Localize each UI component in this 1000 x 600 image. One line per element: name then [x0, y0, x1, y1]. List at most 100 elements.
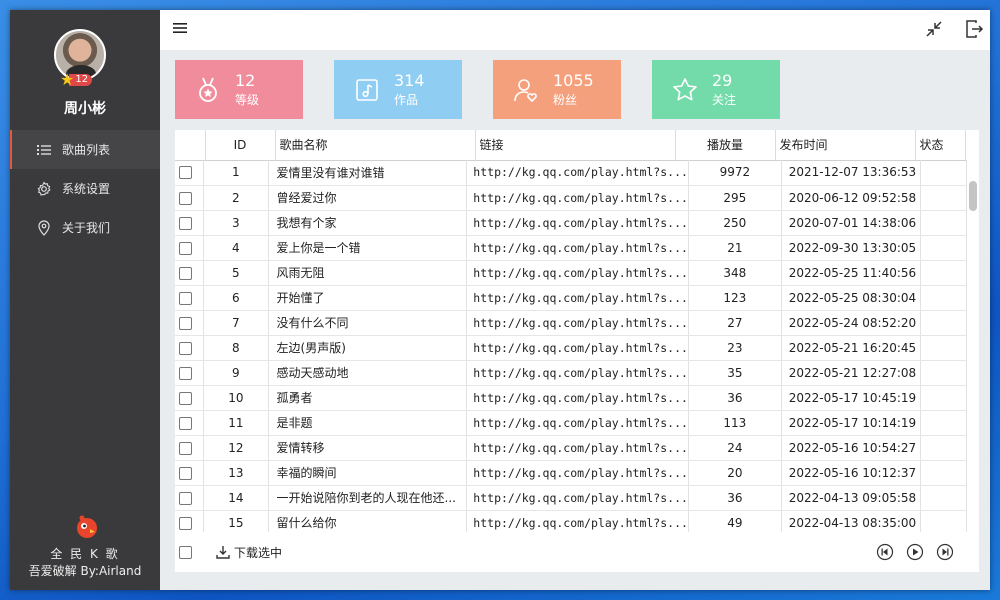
- table-row[interactable]: 8 左边(男声版) http://kg.qq.com/play.html?s... 2…: [175, 335, 967, 361]
- location-pin-icon: [36, 219, 52, 236]
- cell-date: 2022-05-24 08:52:20: [781, 310, 922, 336]
- column-header-date[interactable]: 发布时间: [775, 130, 916, 161]
- table-row[interactable]: 5 风雨无阻 http://kg.qq.com/play.html?s... 348 2…: [175, 260, 967, 286]
- table-row[interactable]: 6 开始懂了 http://kg.qq.com/play.html?s... 123 2…: [175, 285, 967, 311]
- table-row[interactable]: 9 感动天感动地 http://kg.qq.com/play.html?s... 35…: [175, 360, 967, 386]
- stat-card-following[interactable]: 29 关注: [652, 60, 780, 119]
- stat-value: 1055: [553, 70, 594, 90]
- cell-song-name: 爱情转移: [268, 435, 468, 461]
- row-checkbox[interactable]: [179, 316, 192, 330]
- row-checkbox[interactable]: [179, 466, 192, 480]
- cell-link[interactable]: http://kg.qq.com/play.html?s...: [466, 185, 689, 211]
- stat-label: 等级: [235, 92, 260, 107]
- star-icon: ★: [60, 70, 75, 89]
- cell-id: 9: [203, 360, 269, 386]
- row-checkbox[interactable]: [179, 191, 192, 205]
- row-checkbox[interactable]: [179, 216, 192, 230]
- cell-link[interactable]: http://kg.qq.com/play.html?s...: [466, 435, 689, 461]
- column-header-name[interactable]: 歌曲名称: [275, 130, 476, 161]
- previous-track-icon[interactable]: [876, 543, 894, 561]
- cell-link[interactable]: http://kg.qq.com/play.html?s...: [466, 335, 689, 361]
- table-row[interactable]: 13 幸福的瞬间 http://kg.qq.com/play.html?s... 20…: [175, 460, 967, 486]
- cell-plays: 35: [688, 360, 782, 386]
- credit-text: 吾爱破解 By:Airland: [28, 564, 142, 578]
- row-checkbox[interactable]: [179, 391, 192, 405]
- row-checkbox[interactable]: [179, 266, 192, 280]
- row-checkbox[interactable]: [179, 291, 192, 305]
- table-row[interactable]: 3 我想有个家 http://kg.qq.com/play.html?s... 250…: [175, 210, 967, 236]
- cell-link[interactable]: http://kg.qq.com/play.html?s...: [466, 485, 689, 511]
- collapse-icon[interactable]: [924, 19, 944, 39]
- cell-date: 2020-07-01 14:38:06: [781, 210, 922, 236]
- table-row[interactable]: 2 曾经爱过你 http://kg.qq.com/play.html?s... 295…: [175, 185, 967, 211]
- cell-link[interactable]: http://kg.qq.com/play.html?s...: [466, 385, 689, 411]
- cell-link[interactable]: http://kg.qq.com/play.html?s...: [466, 285, 689, 311]
- row-checkbox[interactable]: [179, 441, 192, 455]
- table-row[interactable]: 1 爱情里没有谁对谁错 http://kg.qq.com/play.html?s..…: [175, 160, 967, 186]
- row-select-cell: [175, 235, 205, 261]
- play-icon[interactable]: [906, 543, 924, 561]
- cell-link[interactable]: http://kg.qq.com/play.html?s...: [466, 360, 689, 386]
- cell-plays: 36: [688, 485, 782, 511]
- cell-link[interactable]: http://kg.qq.com/play.html?s...: [466, 235, 689, 261]
- cell-date: 2022-09-30 13:30:05: [781, 235, 922, 261]
- row-checkbox[interactable]: [179, 416, 192, 430]
- level-badge: ★ 12: [60, 72, 96, 88]
- table-row[interactable]: 11 是非题 http://kg.qq.com/play.html?s... 113 2…: [175, 410, 967, 436]
- column-header-plays[interactable]: 播放量: [675, 130, 776, 161]
- select-all-checkbox[interactable]: [179, 545, 192, 559]
- cell-status: [920, 285, 967, 311]
- cell-song-name: 孤勇者: [268, 385, 468, 411]
- sidebar-item-song-list[interactable]: 歌曲列表: [10, 130, 160, 169]
- row-checkbox[interactable]: [179, 166, 192, 180]
- cell-song-name: 我想有个家: [268, 210, 468, 236]
- cell-link[interactable]: http://kg.qq.com/play.html?s...: [466, 210, 689, 236]
- cell-id: 15: [203, 510, 269, 532]
- column-header-status[interactable]: 状态: [915, 130, 966, 161]
- app-logo-icon: [76, 515, 98, 539]
- column-header-id[interactable]: ID: [205, 130, 276, 161]
- stat-card-fans[interactable]: 1055 粉丝: [493, 60, 621, 119]
- stat-card-works[interactable]: 314 作品: [334, 60, 462, 119]
- cell-link[interactable]: http://kg.qq.com/play.html?s...: [466, 410, 689, 436]
- cell-link[interactable]: http://kg.qq.com/play.html?s...: [466, 510, 689, 532]
- cell-status: [920, 485, 967, 511]
- cell-status: [920, 260, 967, 286]
- cell-id: 8: [203, 335, 269, 361]
- cell-link[interactable]: http://kg.qq.com/play.html?s...: [466, 260, 689, 286]
- song-table-header: ID 歌曲名称 链接 播放量 发布时间 状态: [175, 130, 966, 161]
- vertical-scrollbar[interactable]: [969, 166, 977, 532]
- cell-link[interactable]: http://kg.qq.com/play.html?s...: [466, 310, 689, 336]
- row-checkbox[interactable]: [179, 491, 192, 505]
- sidebar-item-settings[interactable]: 系统设置: [10, 169, 160, 208]
- hamburger-menu-icon[interactable]: [172, 20, 188, 36]
- stat-card-level[interactable]: 12 等级: [175, 60, 303, 119]
- table-row[interactable]: 14 一开始说陪你到老的人现在他还... http://kg.qq.com/play…: [175, 485, 967, 511]
- cell-plays: 27: [688, 310, 782, 336]
- cell-id: 6: [203, 285, 269, 311]
- cell-link[interactable]: http://kg.qq.com/play.html?s...: [466, 160, 689, 186]
- cell-plays: 295: [688, 185, 782, 211]
- main-content: 12 等级 314 作品 1055 粉丝 29 关注 ID 歌曲名称 链接 播放…: [160, 10, 990, 590]
- table-row[interactable]: 4 爱上你是一个错 http://kg.qq.com/play.html?s... 2…: [175, 235, 967, 261]
- table-row[interactable]: 10 孤勇者 http://kg.qq.com/play.html?s... 36 20…: [175, 385, 967, 411]
- scrollbar-thumb[interactable]: [969, 181, 977, 211]
- table-row[interactable]: 12 爱情转移 http://kg.qq.com/play.html?s... 24 2…: [175, 435, 967, 461]
- cell-date: 2020-06-12 09:52:58: [781, 185, 922, 211]
- row-checkbox[interactable]: [179, 341, 192, 355]
- table-row[interactable]: 7 没有什么不同 http://kg.qq.com/play.html?s... 27…: [175, 310, 967, 336]
- logout-icon[interactable]: [964, 19, 984, 39]
- download-selected-button[interactable]: 下载选中: [216, 544, 282, 561]
- row-checkbox[interactable]: [179, 241, 192, 255]
- cell-status: [920, 510, 967, 532]
- table-row[interactable]: 15 留什么给你 http://kg.qq.com/play.html?s... 49…: [175, 510, 967, 532]
- row-checkbox[interactable]: [179, 366, 192, 380]
- music-note-icon: [356, 78, 378, 101]
- cell-link[interactable]: http://kg.qq.com/play.html?s...: [466, 460, 689, 486]
- column-header-link[interactable]: 链接: [475, 130, 676, 161]
- row-select-cell: [175, 510, 205, 532]
- next-track-icon[interactable]: [936, 543, 954, 561]
- cell-song-name: 幸福的瞬间: [268, 460, 468, 486]
- sidebar-item-about[interactable]: 关于我们: [10, 208, 160, 247]
- row-checkbox[interactable]: [179, 516, 192, 530]
